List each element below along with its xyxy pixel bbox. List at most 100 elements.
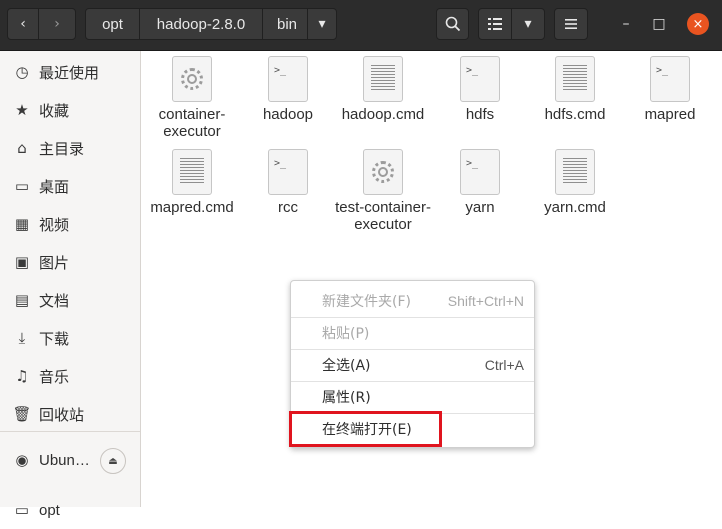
file-name: hadoop [262,106,314,123]
home-icon: ⌂ [17,139,27,157]
file-item[interactable]: >_mapred [622,51,718,123]
sidebar-item-label: Ubun… [39,451,90,469]
breadcrumb-hadoop[interactable]: hadoop-2.8.0 [139,8,263,40]
hamburger-icon [565,19,577,29]
file-name: hadoop.cmd [341,106,425,123]
sidebar-item-label: 视频 [39,215,70,234]
sidebar-item-pictures[interactable]: ▣ 图片 [0,243,140,281]
file-name: mapred.cmd [150,199,234,216]
sidebar-item-label: 下载 [39,329,70,348]
maximize-button[interactable]: □ [649,14,669,34]
minimize-icon: – [622,16,630,32]
shortcut-label: Shift+Ctrl+N [447,293,524,309]
menu-item-select-all[interactable]: 全选(A) Ctrl+A [291,350,534,380]
view-options-dropdown[interactable]: ▾ [511,8,545,40]
video-icon: ▦ [14,215,30,233]
text-file-icon [555,56,595,102]
chevron-left-icon: ‹ [20,16,26,32]
sidebar-item-label: 主目录 [39,139,85,158]
menu-item-new-folder[interactable]: 新建文件夹(F) Shift+Ctrl+N [291,286,534,316]
desktop-icon: ▭ [14,177,30,195]
sidebar-item-desktop[interactable]: ▭ 桌面 [0,167,140,205]
header-bar: ‹ › opt hadoop-2.8.0 bin ▾ ▾ – □ × [0,0,722,51]
file-name: hdfs [465,106,495,123]
file-item[interactable]: container-executor [144,51,240,140]
executable-icon [172,56,212,102]
file-name: hdfs.cmd [544,106,606,123]
sidebar: ◷ 最近使用 ★ 收藏 ⌂ 主目录 ▭ 桌面 ▦ 视频 ▣ 图片 ▤ 文档 ⤓ 下载 ♫ 音乐 🗑… [0,51,141,519]
chevron-down-icon: ▾ [318,16,326,32]
sidebar-item-label: 回收站 [39,405,85,424]
list-view-icon [488,18,502,30]
path-dropdown-button[interactable]: ▾ [307,8,337,40]
sidebar-item-label: opt [39,501,60,519]
file-item[interactable]: >_rcc [240,144,336,216]
document-icon: ▤ [14,291,30,309]
text-file-icon [363,56,403,102]
sidebar-item-recent[interactable]: ◷ 最近使用 [0,53,140,91]
back-button[interactable]: ‹ [7,8,39,40]
eject-button[interactable]: ⏏ [100,448,126,474]
sidebar-item-label: 最近使用 [39,63,100,82]
file-name: test-container-executor [335,199,431,233]
menu-item-properties[interactable]: 属性(R) [291,382,534,412]
hamburger-menu-button[interactable] [554,8,588,40]
file-name: mapred [644,106,696,123]
script-icon: >_ [460,149,500,195]
file-item[interactable]: >_ hadoop [240,51,336,123]
sidebar-item-opt[interactable]: ▭ opt [0,491,140,529]
sidebar-item-videos[interactable]: ▦ 视频 [0,205,140,243]
file-name: rcc [278,199,298,216]
sidebar-item-label: 文档 [39,291,70,310]
menu-item-paste[interactable]: 粘贴(P) [291,318,534,348]
text-file-icon [555,149,595,195]
sidebar-item-label: 音乐 [39,367,70,386]
star-icon: ★ [15,101,29,119]
highlight-box [289,411,442,447]
file-item[interactable]: test-container-executor [335,144,431,233]
sidebar-item-trash[interactable]: 🗑 回收站 [0,395,140,433]
sidebar-item-label: 收藏 [39,101,70,120]
sidebar-item-music[interactable]: ♫ 音乐 [0,357,140,395]
file-item[interactable]: yarn.cmd [527,144,623,216]
sidebar-item-home[interactable]: ⌂ 主目录 [0,129,140,167]
file-item[interactable]: hadoop.cmd [335,51,431,123]
sidebar-item-starred[interactable]: ★ 收藏 [0,91,140,129]
breadcrumb-opt[interactable]: opt [85,8,140,40]
file-item[interactable]: >_yarn [432,144,528,216]
maximize-icon: □ [652,16,666,32]
shortcut-label: Ctrl+A [484,357,524,373]
file-item[interactable]: mapred.cmd [144,144,240,216]
file-name: yarn.cmd [544,199,606,216]
breadcrumb-bin[interactable]: bin [262,8,312,40]
search-icon [445,16,460,32]
minimize-button[interactable]: – [616,14,636,34]
file-item[interactable]: >_hdfs [432,51,528,123]
chevron-right-icon: › [54,16,60,32]
view-mode-button[interactable] [478,8,512,40]
trash-icon: 🗑 [12,405,32,423]
sidebar-item-label: 桌面 [39,177,70,196]
script-icon: >_ [460,56,500,102]
close-icon: × [692,16,704,32]
music-icon: ♫ [15,367,29,385]
eject-icon: ⏏ [108,455,118,467]
file-name: container-executor [158,106,226,140]
script-icon: >_ [650,56,690,102]
file-item[interactable]: hdfs.cmd [527,51,623,123]
close-button[interactable]: × [687,13,709,35]
disc-icon: ◉ [15,452,29,469]
sidebar-item-label: 图片 [39,253,70,272]
chevron-down-icon: ▾ [524,16,532,32]
text-file-icon [172,149,212,195]
forward-button[interactable]: › [38,8,76,40]
folder-icon: ▭ [14,502,30,519]
sidebar-item-downloads[interactable]: ⤓ 下载 [0,319,140,357]
script-icon: >_ [268,149,308,195]
clock-icon: ◷ [15,63,29,81]
sidebar-divider [0,431,140,432]
download-icon: ⤓ [18,329,26,347]
sidebar-item-documents[interactable]: ▤ 文档 [0,281,140,319]
search-button[interactable] [436,8,469,40]
file-name: yarn [465,199,495,216]
